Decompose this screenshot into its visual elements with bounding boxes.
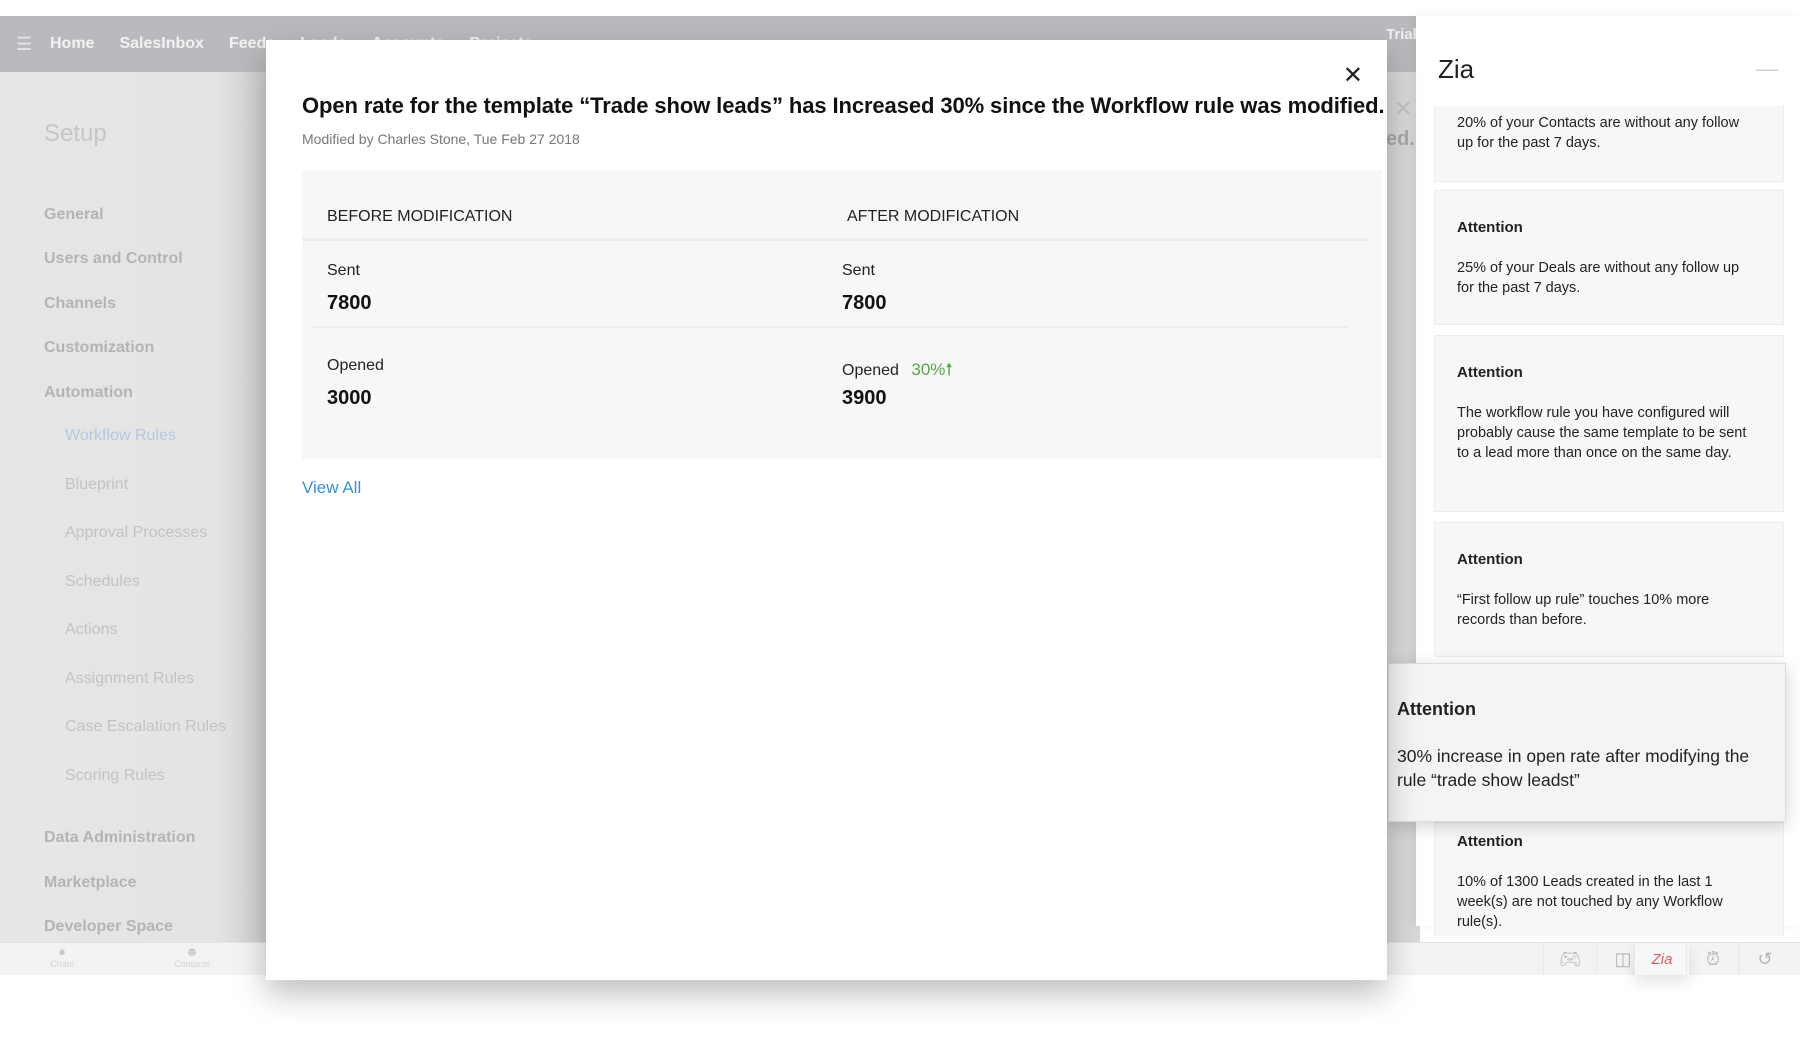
contacts-tab-label: Contacts bbox=[174, 959, 210, 969]
sidebar-item-approval-processes[interactable]: Approval Processes bbox=[65, 524, 207, 542]
view-all-link[interactable]: View All bbox=[302, 478, 361, 498]
zia-card-heading: Attention bbox=[1457, 364, 1523, 381]
after-opened-label: Opened bbox=[842, 362, 899, 379]
zia-title: Zia bbox=[1438, 54, 1475, 84]
sidebar-item-customization[interactable]: Customization bbox=[44, 339, 154, 357]
zia-card[interactable]: Attention “First follow up rule” touches… bbox=[1434, 522, 1784, 657]
zia-card[interactable]: Attention 25% of your Deals are without … bbox=[1434, 190, 1784, 325]
close-icon[interactable]: ✕ bbox=[1343, 64, 1363, 88]
zia-highlighted-card[interactable]: Attention 30% increase in open rate afte… bbox=[1388, 663, 1786, 822]
background-text: ed. bbox=[1386, 128, 1415, 150]
after-sent-value: 7800 bbox=[842, 292, 887, 314]
after-sent-label: Sent bbox=[842, 262, 875, 279]
highlight-card-heading: Attention bbox=[1397, 699, 1476, 719]
sidebar-item-workflow-rules[interactable]: Workflow Rules bbox=[65, 427, 176, 445]
after-opened-row: Opened 30%🠕 bbox=[842, 357, 953, 386]
sidebar-item-schedules[interactable]: Schedules bbox=[65, 573, 140, 591]
zia-card[interactable]: 20% of your Contacts are without any fol… bbox=[1434, 106, 1784, 182]
sidebar-item-data-administration[interactable]: Data Administration bbox=[44, 829, 195, 847]
chats-tab-label: Chats bbox=[50, 959, 74, 969]
arrow-up-icon: 🠕 bbox=[945, 360, 953, 379]
header-divider bbox=[302, 238, 1368, 241]
zia-card-heading: Attention bbox=[1457, 219, 1523, 236]
trial-label[interactable]: Trial bbox=[1386, 26, 1417, 43]
sidebar-item-case-escalation-rules[interactable]: Case Escalation Rules bbox=[65, 718, 226, 736]
sidebar-item-channels[interactable]: Channels bbox=[44, 295, 116, 313]
minimize-icon[interactable]: — bbox=[1756, 56, 1778, 82]
open-rate-delta: 30%🠕 bbox=[911, 360, 952, 379]
modal-subtitle: Modified by Charles Stone, Tue Feb 27 20… bbox=[302, 131, 580, 147]
sidebar-item-automation[interactable]: Automation bbox=[44, 384, 133, 402]
contacts-tab[interactable]: ☻ Contacts bbox=[152, 944, 232, 970]
before-modification-header: BEFORE MODIFICATION bbox=[327, 208, 513, 225]
sidebar-item-blueprint[interactable]: Blueprint bbox=[65, 476, 128, 494]
nav-home[interactable]: Home bbox=[50, 35, 94, 53]
setup-title: Setup bbox=[44, 120, 107, 147]
before-opened-label: Opened bbox=[327, 357, 384, 374]
sidebar-item-general[interactable]: General bbox=[44, 206, 104, 224]
zia-card-body: 10% of 1300 Leads created in the last 1 … bbox=[1457, 874, 1723, 930]
highlight-card-body: 30% increase in open rate after modifyin… bbox=[1397, 746, 1750, 790]
zia-card-body: The workflow rule you have configured wi… bbox=[1457, 405, 1747, 461]
zia-card-body: 20% of your Contacts are without any fol… bbox=[1457, 115, 1740, 151]
row-divider bbox=[312, 326, 1348, 328]
sidebar-item-users-and-control[interactable]: Users and Control bbox=[44, 250, 183, 268]
before-sent-value: 7800 bbox=[327, 292, 372, 314]
sidebar-item-developer-space[interactable]: Developer Space bbox=[44, 918, 173, 936]
history-icon[interactable]: ↺ bbox=[1738, 943, 1791, 975]
modal-title: Open rate for the template “Trade show l… bbox=[302, 93, 1385, 118]
comparison-table: BEFORE MODIFICATION AFTER MODIFICATION S… bbox=[302, 170, 1382, 459]
gamepad-icon[interactable]: 🎮︎ bbox=[1543, 943, 1596, 975]
zia-card-heading: Attention bbox=[1457, 551, 1523, 568]
chat-bubble-icon: ● bbox=[58, 944, 66, 959]
sidebar-item-assignment-rules[interactable]: Assignment Rules bbox=[65, 670, 194, 688]
sidebar-item-scoring-rules[interactable]: Scoring Rules bbox=[65, 767, 165, 785]
insight-detail-modal: ✕ Open rate for the template “Trade show… bbox=[266, 40, 1387, 980]
sidebar-item-actions[interactable]: Actions bbox=[65, 621, 117, 639]
zia-icon[interactable]: Zia bbox=[1634, 943, 1689, 975]
zia-card-heading: Attention bbox=[1457, 833, 1523, 850]
chats-tab[interactable]: ● Chats bbox=[22, 944, 102, 970]
zia-card-body: 25% of your Deals are without any follow… bbox=[1457, 260, 1740, 296]
after-opened-value: 3900 bbox=[842, 387, 887, 409]
alarm-icon[interactable]: ⏰︎ bbox=[1686, 943, 1739, 975]
after-modification-header: AFTER MODIFICATION bbox=[847, 208, 1020, 225]
delta-value: 30% bbox=[911, 360, 946, 379]
setup-sidebar: Setup General Users and Control Channels… bbox=[0, 72, 266, 942]
background-close-icon: ✕ bbox=[1394, 96, 1413, 121]
zia-card-body: “First follow up rule” touches 10% more … bbox=[1457, 592, 1710, 628]
before-sent-label: Sent bbox=[327, 262, 360, 279]
person-icon: ☻ bbox=[185, 944, 199, 959]
nav-salesinbox[interactable]: SalesInbox bbox=[119, 35, 203, 53]
hamburger-menu-icon[interactable]: ☰ bbox=[16, 34, 32, 55]
zia-card[interactable]: Attention The workflow rule you have con… bbox=[1434, 335, 1784, 512]
zia-card[interactable]: Attention 10% of 1300 Leads created in t… bbox=[1434, 822, 1784, 936]
before-opened-value: 3000 bbox=[327, 387, 372, 409]
sidebar-item-marketplace[interactable]: Marketplace bbox=[44, 874, 137, 892]
